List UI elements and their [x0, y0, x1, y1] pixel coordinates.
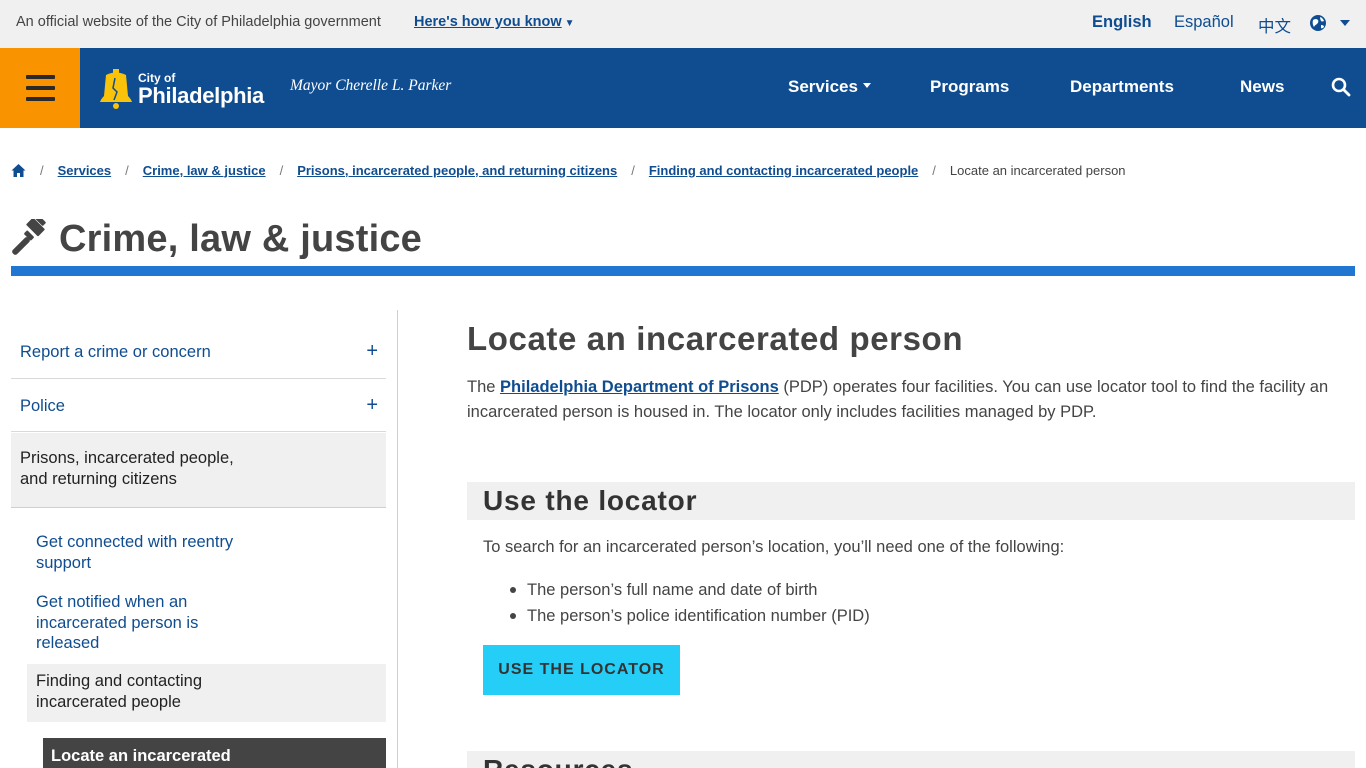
sidebar-item-label: Report a crime or concern: [20, 343, 211, 361]
language-chinese[interactable]: 中文: [1258, 13, 1291, 37]
breadcrumb: / Services / Crime, law & justice / Pris…: [11, 160, 1126, 180]
mayor-name: Mayor Cherelle L. Parker: [290, 77, 452, 94]
menu-button[interactable]: [0, 48, 80, 128]
intro-prefix: The: [467, 378, 501, 396]
logo-philadelphia: Philadelphia: [138, 83, 264, 108]
heres-how-you-know-label: Here's how you know: [414, 14, 562, 30]
sidebar-current-page[interactable]: Locate an incarcerated: [43, 738, 386, 768]
nav-services[interactable]: Services: [788, 77, 871, 97]
sidebar-subitem-notified[interactable]: Get notified when an incarcerated person…: [27, 591, 386, 655]
page-title: Locate an incarcerated person: [467, 320, 964, 357]
list-item: The person’s police identification numbe…: [510, 605, 870, 631]
gavel-icon: [12, 219, 46, 255]
breadcrumb-separator: /: [40, 162, 44, 178]
breadcrumb-services[interactable]: Services: [58, 163, 112, 178]
topic-rule: [11, 266, 1355, 276]
search-button[interactable]: [1330, 76, 1352, 98]
search-icon: [1331, 77, 1351, 97]
sidebar-divider: [397, 310, 398, 768]
heres-how-you-know-link[interactable]: Here's how you know ▼: [414, 14, 575, 30]
breadcrumb-separator: /: [932, 162, 936, 178]
official-banner: An official website of the City of Phila…: [0, 0, 1366, 48]
sidebar-item-police[interactable]: Police +: [11, 380, 386, 432]
locator-instructions: To search for an incarcerated person’s l…: [483, 538, 1065, 556]
nav-programs[interactable]: Programs: [930, 77, 1009, 97]
language-spanish[interactable]: Español: [1174, 13, 1234, 32]
topic-title: Crime, law & justice: [59, 217, 423, 260]
official-banner-text: An official website of the City of Phila…: [16, 14, 381, 30]
sidebar-current-label: Locate an incarcerated: [51, 747, 231, 765]
sidebar-item-report-crime[interactable]: Report a crime or concern +: [11, 310, 386, 379]
list-item: The person’s full name and date of birth: [510, 579, 870, 605]
intro-paragraph: The Philadelphia Department of Prisons (…: [467, 375, 1357, 425]
section-heading: Resources: [483, 754, 633, 768]
nav-departments[interactable]: Departments: [1070, 77, 1174, 97]
sidebar-subitem-label: Get connected with reentry support: [36, 533, 234, 572]
prisons-department-link[interactable]: Philadelphia Department of Prisons: [500, 378, 779, 396]
sidebar-subitem-finding[interactable]: Finding and contacting incarcerated peop…: [27, 664, 386, 722]
breadcrumb-separator: /: [279, 162, 284, 178]
expand-plus-icon: +: [366, 340, 378, 362]
sidebar-item-prisons[interactable]: Prisons, incarcerated people, and return…: [11, 433, 386, 508]
home-icon[interactable]: [11, 163, 26, 178]
requirements-list: The person’s full name and date of birth…: [510, 579, 870, 631]
caret-down-icon: [862, 83, 871, 89]
sidebar-item-label: Police: [20, 397, 65, 415]
use-locator-button[interactable]: USE THE LOCATOR: [483, 645, 680, 695]
caret-down-icon: ▼: [564, 18, 575, 29]
breadcrumb-separator: /: [125, 162, 129, 178]
sidebar-subitem-reentry[interactable]: Get connected with reentry support: [27, 531, 386, 575]
nav-news[interactable]: News: [1240, 77, 1284, 97]
breadcrumb-prisons[interactable]: Prisons, incarcerated people, and return…: [297, 163, 617, 178]
language-selector[interactable]: [1309, 13, 1353, 35]
breadcrumb-crime-law-justice[interactable]: Crime, law & justice: [143, 163, 266, 178]
expand-plus-icon: +: [366, 394, 378, 416]
nav-services-label: Services: [788, 77, 858, 96]
site-header: City of Philadelphia Mayor Cherelle L. P…: [0, 48, 1366, 128]
liberty-bell-icon: [100, 69, 132, 109]
section-use-locator: Use the locator: [467, 482, 1355, 520]
sidebar-subitem-label: Finding and contacting incarcerated peop…: [36, 672, 203, 711]
language-english[interactable]: English: [1092, 13, 1152, 32]
section-resources: Resources: [467, 751, 1355, 768]
breadcrumb-current: Locate an incarcerated person: [949, 162, 1126, 178]
section-heading: Use the locator: [483, 485, 698, 516]
sidebar-item-label: Prisons, incarcerated people, and return…: [20, 449, 234, 488]
breadcrumb-separator: /: [631, 162, 635, 178]
breadcrumb-finding-contacting[interactable]: Finding and contacting incarcerated peop…: [649, 163, 918, 178]
sidebar-subitem-label: Get notified when an incarcerated person…: [36, 593, 199, 652]
city-logo[interactable]: City of Philadelphia: [98, 68, 264, 112]
topic-header: Crime, law & justice: [11, 214, 422, 264]
globe-icon: [1310, 15, 1350, 31]
